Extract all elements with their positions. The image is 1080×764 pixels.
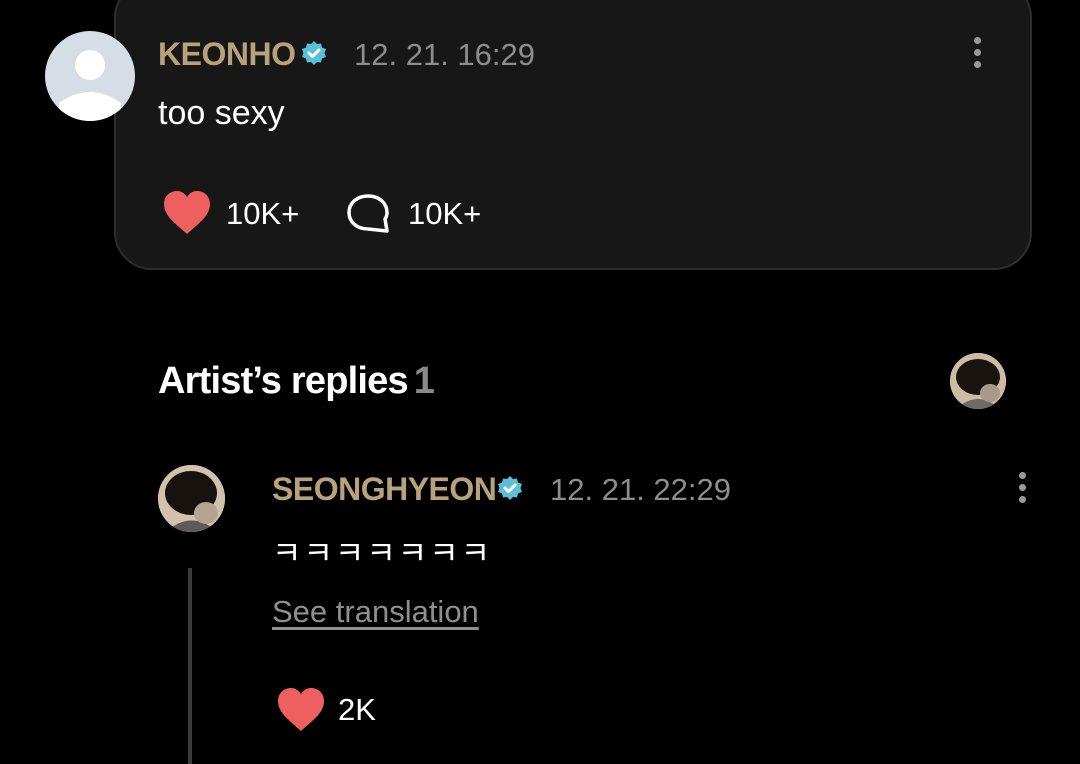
artist-replies-heading: Artist’s replies 1 (158, 360, 435, 403)
reply-like-count: 2K (338, 692, 376, 727)
reply-author-avatar[interactable] (158, 465, 225, 532)
reply-bubble-icon[interactable] (345, 193, 391, 235)
comment-like-count: 10K+ (226, 196, 300, 231)
more-options-icon[interactable] (971, 37, 983, 77)
heart-icon[interactable] (276, 687, 326, 733)
artist-replies-title: Artist’s replies (158, 360, 409, 402)
artist-avatar[interactable] (950, 353, 1006, 409)
artist-replies-count: 1 (413, 360, 435, 402)
reply-timestamp: 12. 21. 22:29 (550, 472, 731, 507)
comment-thread-screen: KEONHO 12. 21. 16:29 too sexy 10K+ 10K+ … (0, 0, 1080, 764)
more-options-icon[interactable] (1016, 472, 1028, 512)
comment-timestamp: 12. 21. 16:29 (354, 37, 535, 72)
comment-username[interactable]: KEONHO (158, 36, 296, 73)
reply-thread-line (188, 568, 192, 764)
verified-badge-icon (302, 41, 326, 65)
verified-badge-icon (498, 476, 522, 500)
comment-text: too sexy (158, 94, 285, 132)
reply-username[interactable]: SEONGHYEON (272, 471, 497, 508)
comment-reply-count: 10K+ (408, 196, 482, 231)
see-translation-link[interactable]: See translation (272, 594, 479, 630)
heart-icon[interactable] (162, 190, 212, 236)
default-avatar-icon[interactable] (45, 31, 135, 121)
reply-text: ㅋㅋㅋㅋㅋㅋㅋ (272, 535, 493, 571)
